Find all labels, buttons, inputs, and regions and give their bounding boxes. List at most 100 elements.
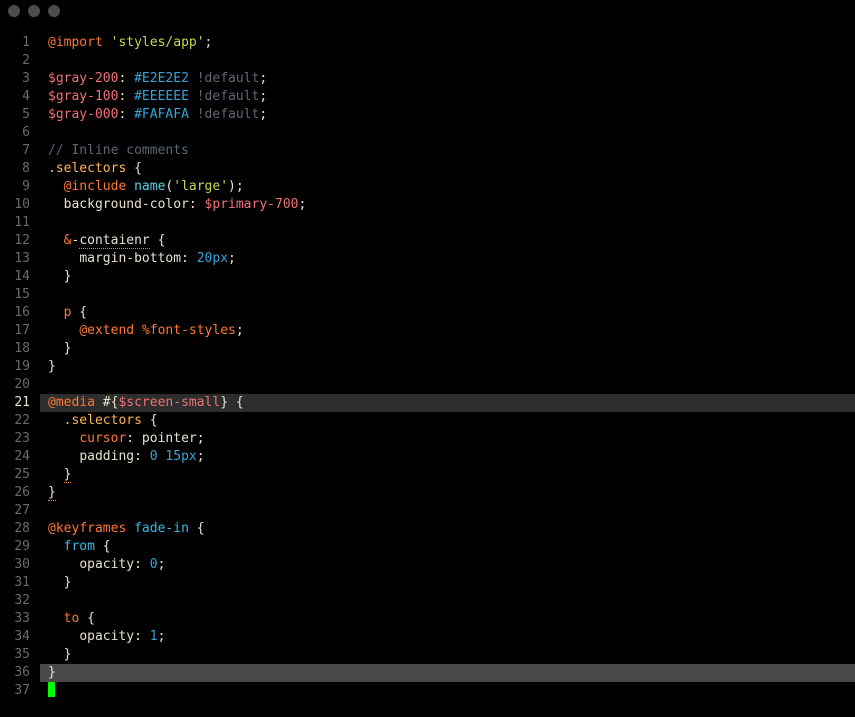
code-line[interactable] bbox=[40, 52, 855, 70]
token: ; bbox=[197, 449, 205, 464]
code-line[interactable]: @keyframes fade-in { bbox=[40, 520, 855, 538]
token: $gray-000 bbox=[48, 107, 118, 122]
token: .selectors bbox=[48, 161, 126, 176]
code-line[interactable]: } bbox=[40, 466, 855, 484]
code-line[interactable]: .selectors { bbox=[40, 160, 855, 178]
code-line[interactable]: } bbox=[40, 574, 855, 592]
code-line[interactable]: @include name('large'); bbox=[40, 178, 855, 196]
code-line[interactable]: } bbox=[40, 664, 855, 682]
code-line[interactable]: .selectors { bbox=[40, 412, 855, 430]
code-line[interactable] bbox=[40, 286, 855, 304]
token: #{ bbox=[95, 395, 118, 410]
code-line[interactable]: } bbox=[40, 358, 855, 376]
token: ); bbox=[228, 179, 244, 194]
code-line[interactable]: margin-bottom: 20px; bbox=[40, 250, 855, 268]
code-line[interactable]: // Inline comments bbox=[40, 142, 855, 160]
code-line[interactable] bbox=[40, 124, 855, 142]
token bbox=[126, 179, 134, 194]
line-number: 7 bbox=[0, 142, 30, 160]
code-line[interactable] bbox=[40, 376, 855, 394]
token: @import bbox=[48, 35, 103, 50]
token: } bbox=[64, 467, 72, 483]
token: 0 bbox=[150, 449, 158, 464]
minimize-icon[interactable] bbox=[28, 5, 40, 17]
code-line[interactable]: } bbox=[40, 340, 855, 358]
line-number: 20 bbox=[0, 376, 30, 394]
line-number: 29 bbox=[0, 538, 30, 556]
code-line[interactable]: from { bbox=[40, 538, 855, 556]
code-line[interactable] bbox=[40, 682, 855, 700]
token: 1 bbox=[150, 629, 158, 644]
line-number: 32 bbox=[0, 592, 30, 610]
editor[interactable]: 1234567891011121314151617181920212223242… bbox=[0, 22, 855, 700]
code-line[interactable]: $gray-000: #FAFAFA !default; bbox=[40, 106, 855, 124]
code-area[interactable]: @import 'styles/app'; $gray-200: #E2E2E2 … bbox=[40, 34, 855, 700]
titlebar bbox=[0, 0, 855, 22]
code-line[interactable]: to { bbox=[40, 610, 855, 628]
token: .selectors bbox=[64, 413, 142, 428]
token: #E2E2E2 bbox=[134, 71, 189, 86]
code-line[interactable]: } bbox=[40, 268, 855, 286]
code-line[interactable]: $gray-100: #EEEEEE !default; bbox=[40, 88, 855, 106]
code-line[interactable]: @extend %font-styles; bbox=[40, 322, 855, 340]
token: @media bbox=[48, 395, 95, 410]
zoom-icon[interactable] bbox=[48, 5, 60, 17]
token: ; bbox=[259, 107, 267, 122]
close-icon[interactable] bbox=[8, 5, 20, 17]
token: padding: bbox=[79, 449, 149, 464]
token: $gray-200 bbox=[48, 71, 118, 86]
code-line[interactable]: opacity: 0; bbox=[40, 556, 855, 574]
token: ; bbox=[205, 35, 213, 50]
token: } { bbox=[220, 395, 243, 410]
token: contaienr bbox=[79, 233, 149, 249]
token bbox=[103, 35, 111, 50]
token: opacity: bbox=[79, 629, 149, 644]
line-number: 3 bbox=[0, 70, 30, 88]
token: %font-styles bbox=[142, 323, 236, 338]
token bbox=[189, 71, 197, 86]
token: #EEEEEE bbox=[134, 89, 189, 104]
code-line[interactable]: p { bbox=[40, 304, 855, 322]
code-line[interactable]: $gray-200: #E2E2E2 !default; bbox=[40, 70, 855, 88]
line-number: 5 bbox=[0, 106, 30, 124]
line-number: 26 bbox=[0, 484, 30, 502]
code-line[interactable]: @import 'styles/app'; bbox=[40, 34, 855, 52]
token: } bbox=[64, 341, 72, 356]
token bbox=[134, 323, 142, 338]
token: : bbox=[118, 71, 134, 86]
token: { bbox=[71, 305, 87, 320]
code-line[interactable] bbox=[40, 214, 855, 232]
line-number: 2 bbox=[0, 52, 30, 70]
token: ; bbox=[158, 629, 166, 644]
token: : bbox=[118, 107, 134, 122]
code-line[interactable]: &-contaienr { bbox=[40, 232, 855, 250]
line-number: 1 bbox=[0, 34, 30, 52]
token: ; bbox=[158, 557, 166, 572]
token: { bbox=[79, 611, 95, 626]
code-line[interactable]: @media #{$screen-small} { bbox=[40, 394, 855, 412]
code-line[interactable]: } bbox=[40, 484, 855, 502]
code-line[interactable] bbox=[40, 502, 855, 520]
token: ; bbox=[236, 323, 244, 338]
line-number: 24 bbox=[0, 448, 30, 466]
token: margin-bottom: bbox=[79, 251, 196, 266]
code-line[interactable]: background-color: $primary-700; bbox=[40, 196, 855, 214]
token bbox=[126, 521, 134, 536]
token: { bbox=[189, 521, 205, 536]
line-number: 11 bbox=[0, 214, 30, 232]
token: : bbox=[118, 89, 134, 104]
token: } bbox=[64, 575, 72, 590]
token: background-color: bbox=[64, 197, 205, 212]
code-line[interactable]: opacity: 1; bbox=[40, 628, 855, 646]
code-line[interactable]: } bbox=[40, 646, 855, 664]
token: ; bbox=[298, 197, 306, 212]
token: from bbox=[64, 539, 95, 554]
code-line[interactable] bbox=[40, 592, 855, 610]
token: 'styles/app' bbox=[111, 35, 205, 50]
token: $gray-100 bbox=[48, 89, 118, 104]
token: } bbox=[48, 665, 56, 680]
line-number: 13 bbox=[0, 250, 30, 268]
line-number: 25 bbox=[0, 466, 30, 484]
code-line[interactable]: cursor: pointer; bbox=[40, 430, 855, 448]
code-line[interactable]: padding: 0 15px; bbox=[40, 448, 855, 466]
